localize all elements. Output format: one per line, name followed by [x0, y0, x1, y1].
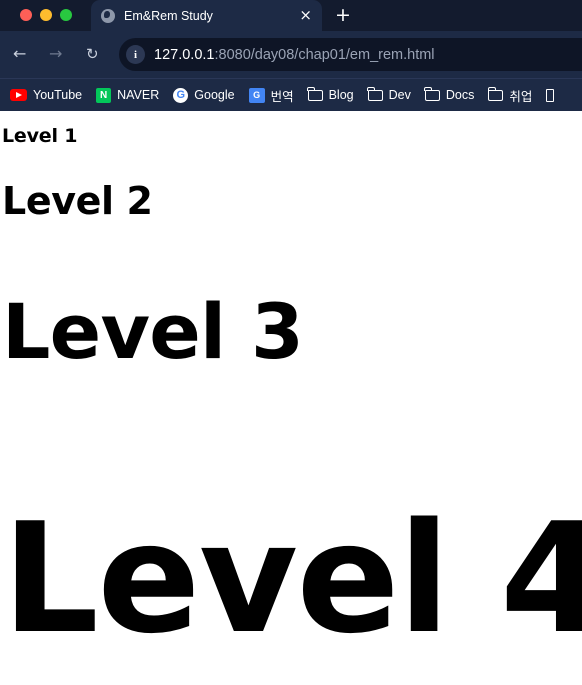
close-tab-icon[interactable]: × [299, 8, 312, 23]
bookmark-overflow[interactable] [546, 88, 555, 102]
bookmark-label: YouTube [33, 88, 83, 102]
folder-icon [424, 86, 440, 101]
bookmark-label: Docs [445, 88, 475, 102]
translate-icon: G [248, 87, 265, 103]
forward-button[interactable]: → [49, 45, 62, 63]
bookmarks-bar: YouTube N NAVER G Google G 번역 Blog Dev D… [0, 78, 582, 111]
globe-icon [101, 8, 115, 23]
folder-icon [307, 86, 323, 101]
bookmark-naver[interactable]: N NAVER [96, 87, 160, 103]
maximize-window-button[interactable] [60, 9, 72, 21]
bookmark-label: NAVER [117, 88, 160, 102]
bookmark-folder-jobs[interactable]: 취업 [487, 86, 533, 105]
bookmark-label: 취업 [509, 89, 533, 104]
bookmark-translate[interactable]: G 번역 [248, 86, 294, 105]
url-path: :8080/day08/chap01/em_rem.html [214, 46, 435, 63]
bookmark-folder-docs[interactable]: Docs [424, 86, 475, 102]
bookmark-folder-dev[interactable]: Dev [367, 86, 411, 102]
new-tab-button[interactable]: + [335, 5, 351, 25]
heading-level-2: Level 2 [2, 179, 153, 223]
minimize-window-button[interactable] [40, 9, 52, 21]
heading-level-3: Level 3 [2, 287, 304, 376]
toolbar: ← → ↻ i 127.0.0.1:8080/day08/chap01/em_r… [0, 31, 582, 78]
address-bar[interactable]: i 127.0.0.1:8080/day08/chap01/em_rem.htm… [119, 38, 582, 71]
page-content: Level 1 Level 2 Level 3 Level 4 [0, 111, 582, 680]
back-button[interactable]: ← [13, 45, 26, 63]
heading-level-1: Level 1 [2, 125, 78, 147]
close-window-button[interactable] [20, 9, 32, 21]
bookmark-label: Google [194, 88, 235, 102]
folder-icon [367, 86, 383, 101]
heading-level-4: Level 4 [2, 490, 582, 667]
url-host: 127.0.0.1 [154, 46, 215, 63]
bookmark-youtube[interactable]: YouTube [10, 88, 82, 102]
tab-title: Em&Rem Study [124, 8, 213, 23]
folder-icon [487, 86, 504, 101]
window-controls [20, 9, 72, 21]
tab-strip: Em&Rem Study × + [0, 0, 582, 31]
url-text[interactable]: 127.0.0.1:8080/day08/chap01/em_rem.html [154, 47, 435, 63]
bookmark-label: 번역 [270, 89, 294, 104]
bookmark-google[interactable]: G Google [173, 87, 235, 103]
active-tab[interactable]: Em&Rem Study × [91, 0, 322, 31]
site-info-icon[interactable]: i [126, 45, 145, 64]
browser-chrome: Em&Rem Study × + ← → ↻ i 127.0.0.1:8080/… [0, 0, 582, 111]
google-icon: G [173, 87, 189, 103]
youtube-icon [10, 89, 27, 101]
bookmark-folder-blog[interactable]: Blog [307, 86, 354, 102]
reload-button[interactable]: ↻ [86, 45, 99, 63]
bookmark-label: Blog [328, 88, 354, 102]
more-bookmarks-icon [546, 88, 555, 102]
naver-icon: N [96, 87, 112, 103]
bookmark-label: Dev [388, 88, 411, 102]
